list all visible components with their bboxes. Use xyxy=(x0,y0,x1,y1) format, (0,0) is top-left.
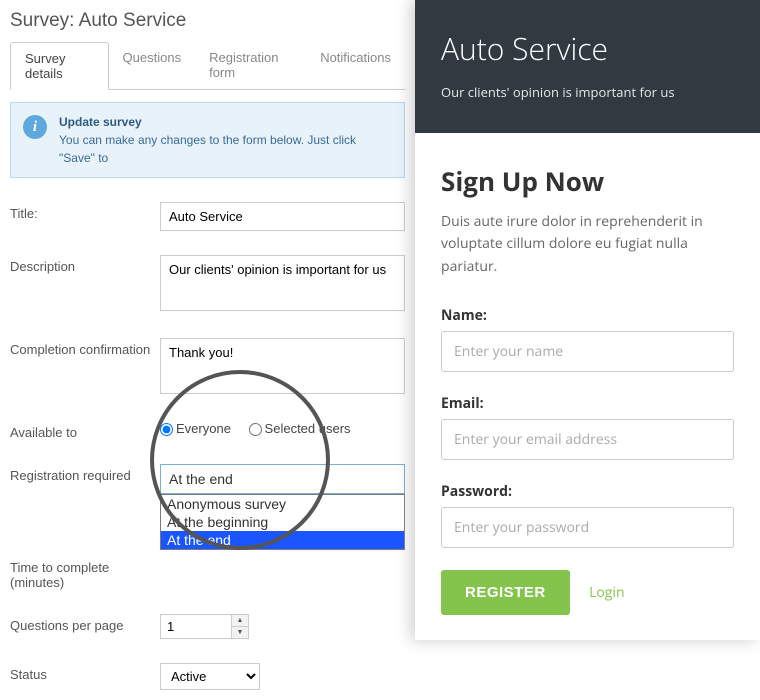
preview-title: Auto Service xyxy=(441,28,734,69)
title-input[interactable] xyxy=(160,202,405,231)
password-label: Password: xyxy=(441,482,734,501)
email-label: Email: xyxy=(441,394,734,413)
time-to-complete-label: Time to complete(minutes) xyxy=(10,556,160,590)
registration-dropdown: Anonymous survey At the beginning At the… xyxy=(160,494,405,550)
reg-option-beginning[interactable]: At the beginning xyxy=(161,513,404,531)
signup-title: Sign Up Now xyxy=(441,163,734,199)
info-heading: Update survey xyxy=(59,113,394,131)
registration-required-label: Registration required xyxy=(10,464,160,483)
password-input[interactable] xyxy=(441,507,734,548)
admin-panel: Survey: Auto Service Survey details Ques… xyxy=(0,0,415,700)
registration-select[interactable]: At the end xyxy=(160,464,405,494)
spinner-down-icon[interactable]: ▼ xyxy=(232,626,248,637)
register-button[interactable]: REGISTER xyxy=(441,570,570,615)
questions-per-page-input[interactable] xyxy=(161,615,231,638)
title-label: Title: xyxy=(10,202,160,221)
preview-subtitle: Our clients' opinion is important for us xyxy=(441,83,734,101)
radio-everyone[interactable] xyxy=(160,423,173,436)
reg-option-anonymous[interactable]: Anonymous survey xyxy=(161,495,404,513)
available-to-label: Available to xyxy=(10,421,160,440)
status-select[interactable]: Active xyxy=(160,663,260,690)
description-label: Description xyxy=(10,255,160,274)
confirmation-label: Completion confirmation xyxy=(10,338,160,357)
preview-header: Auto Service Our clients' opinion is imp… xyxy=(415,0,760,133)
radio-selected-users[interactable] xyxy=(249,423,262,436)
tab-bar: Survey details Questions Registration fo… xyxy=(10,42,405,90)
questions-per-page-spinner[interactable]: ▲ ▼ xyxy=(160,614,249,639)
signup-description: Duis aute irure dolor in reprehenderit i… xyxy=(441,211,734,278)
tab-registration-form[interactable]: Registration form xyxy=(195,42,306,89)
info-icon: i xyxy=(23,115,47,139)
info-body: You can make any changes to the form bel… xyxy=(59,133,356,165)
name-label: Name: xyxy=(441,306,734,325)
questions-per-page-label: Questions per page xyxy=(10,614,160,633)
spinner-up-icon[interactable]: ▲ xyxy=(232,615,248,626)
name-input[interactable] xyxy=(441,331,734,372)
tab-questions[interactable]: Questions xyxy=(109,42,196,89)
radio-everyone-label[interactable]: Everyone xyxy=(160,421,231,436)
description-input[interactable]: Our clients' opinion is important for us xyxy=(160,255,405,311)
reg-option-end[interactable]: At the end xyxy=(161,531,404,549)
status-label: Status xyxy=(10,663,160,682)
login-link[interactable]: Login xyxy=(589,583,624,602)
info-box: i Update survey You can make any changes… xyxy=(10,102,405,178)
email-input[interactable] xyxy=(441,419,734,460)
confirmation-input[interactable]: Thank you! xyxy=(160,338,405,394)
tab-notifications[interactable]: Notifications xyxy=(306,42,405,89)
page-title: Survey: Auto Service xyxy=(10,10,405,32)
preview-panel: Auto Service Our clients' opinion is imp… xyxy=(415,0,760,640)
tab-survey-details[interactable]: Survey details xyxy=(10,42,109,90)
radio-selected-label[interactable]: Selected users xyxy=(249,421,351,436)
